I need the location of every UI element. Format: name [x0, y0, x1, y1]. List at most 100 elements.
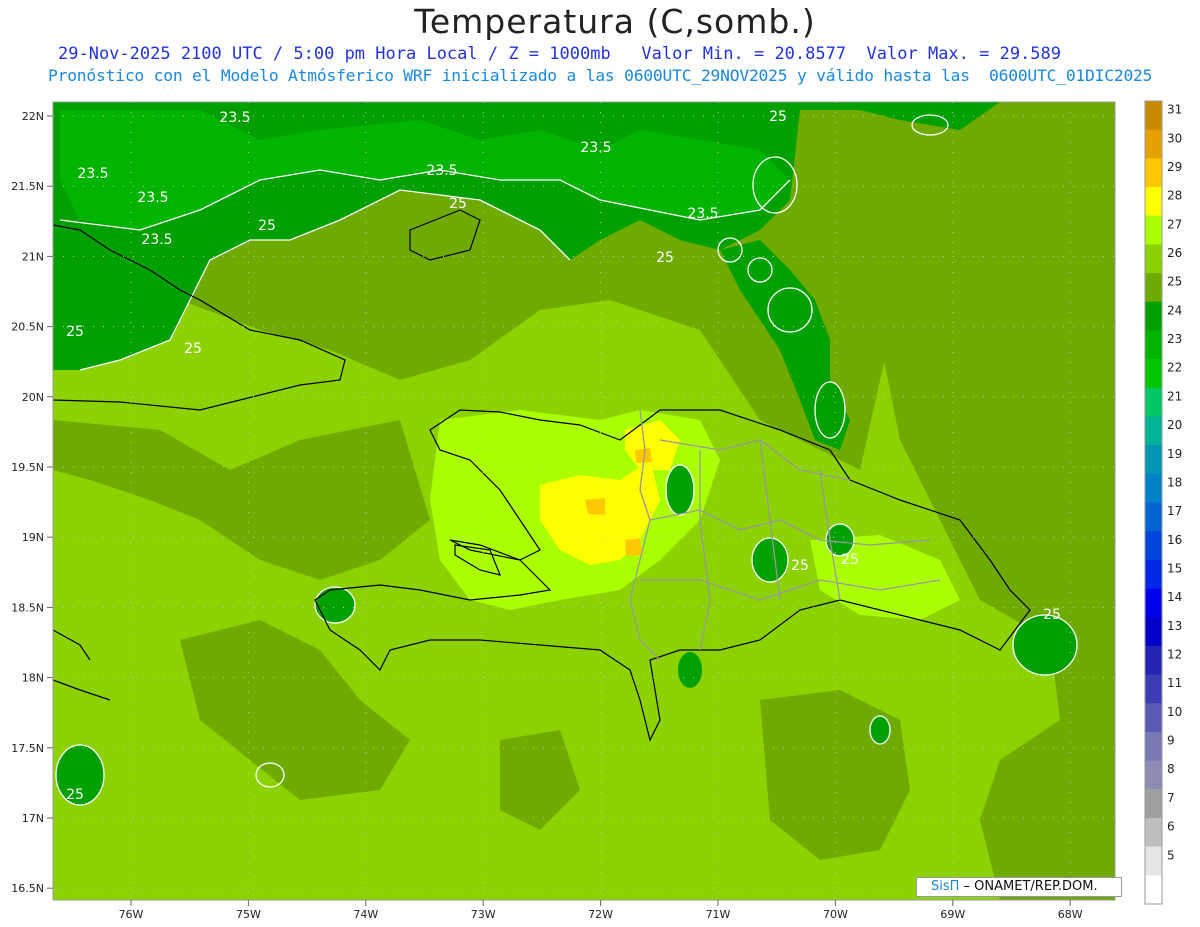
colorbar-label: 11	[1167, 676, 1182, 690]
colorbar-swatch	[1145, 158, 1162, 188]
colorbar-swatch	[1145, 645, 1162, 676]
colorbar-swatch	[1145, 330, 1162, 360]
lat-tick-label: 21.5N	[11, 180, 44, 193]
colorbar-label: 18	[1167, 475, 1182, 489]
colorbar-label: 27	[1167, 217, 1182, 231]
contour-label: 23.5	[580, 140, 611, 156]
lat-tick-label: 16.5N	[11, 882, 44, 895]
lat-tick-label: 20.5N	[11, 321, 44, 334]
lon-tick-label: 75W	[236, 908, 261, 921]
colorbar-label: 15	[1167, 561, 1182, 575]
lat-tick-label: 17.5N	[11, 742, 44, 755]
contour-label: 25	[449, 196, 467, 212]
contour-label: 25	[769, 109, 787, 125]
contour-label: 23.5	[137, 190, 168, 206]
lat-tick-label: 19N	[22, 531, 44, 544]
colorbar-label: 26	[1167, 246, 1182, 260]
contour-label: 25	[1043, 607, 1061, 623]
lon-tick-label: 72W	[588, 908, 613, 921]
colorbar-label: 13	[1167, 619, 1182, 633]
colorbar-swatch	[1145, 187, 1162, 217]
credit-box: SisΠ – ONAMET/REP.DOM.	[916, 877, 1122, 897]
contour-label: 25	[258, 218, 276, 234]
longitude-axis: 76W 75W 74W 73W 72W 71W 70W 69W 68W	[119, 900, 1083, 921]
contour-label: 23.5	[141, 232, 172, 248]
colorbar-label: 20	[1167, 418, 1182, 432]
colorbar-label: 23	[1167, 332, 1182, 346]
colorbar-label: 19	[1167, 447, 1182, 461]
temperature-map: 23.5 23.5 23.5 23.5 23.5 23.5 23.5 25 25 25 25 25 25…	[11, 100, 1182, 921]
field-29-hot-spot-2	[625, 538, 642, 556]
credit-text: – ONAMET/REP.DOM.	[959, 879, 1098, 894]
colorbar-label: 17	[1167, 504, 1182, 518]
lon-tick-label: 76W	[119, 908, 144, 921]
colorbar-swatch	[1145, 473, 1162, 503]
colorbar-label: 28	[1167, 189, 1182, 203]
lat-tick-label: 18.5N	[11, 601, 44, 614]
lat-tick-label: 20N	[22, 391, 44, 404]
colorbar-label: 24	[1167, 303, 1182, 317]
colorbar-label: 10	[1167, 705, 1182, 719]
colorbar-swatch	[1145, 416, 1162, 446]
contour-label: 23.5	[426, 163, 457, 179]
contour-label: 25	[656, 250, 674, 266]
colorbar-label: 29	[1167, 160, 1182, 174]
colorbar-swatch	[1145, 359, 1162, 389]
colorbar-label: 7	[1167, 791, 1175, 805]
lon-tick-label: 74W	[353, 908, 378, 921]
map-field: 23.5 23.5 23.5 23.5 23.5 23.5 23.5 25 25 25 25 25 25…	[53, 102, 1115, 900]
colorbar-swatch	[1145, 387, 1162, 417]
colorbar-label: 5	[1167, 848, 1175, 862]
colorbar-label: 8	[1167, 762, 1175, 776]
latitude-axis: 22N 21.5N 21N 20.5N 20N 19.5N 19N 18.5N 18N 17.5N…	[11, 110, 53, 895]
colorbar-swatch	[1145, 789, 1162, 819]
colorbar-label: 25	[1167, 275, 1182, 289]
colorbar-swatch	[1145, 731, 1162, 762]
colorbar-swatch	[1145, 588, 1162, 618]
colorbar-label: 12	[1167, 648, 1182, 662]
colorbar-swatch	[1145, 502, 1162, 532]
lat-tick-label: 18N	[22, 672, 44, 685]
colorbar-swatch	[1145, 273, 1162, 303]
contour-label: 25	[66, 324, 84, 340]
colorbar-label: 6	[1167, 820, 1175, 834]
contour-label: 23.5	[77, 166, 108, 182]
contour-label: 25	[184, 341, 202, 357]
colorbar-label: 22	[1167, 361, 1182, 375]
colorbar-swatch	[1145, 215, 1162, 245]
lat-tick-label: 21N	[22, 250, 44, 263]
colorbar-swatch	[1145, 617, 1162, 647]
field-29-hot-spot-1	[585, 498, 605, 515]
lon-tick-label: 68W	[1058, 908, 1083, 921]
colorbar-swatch	[1145, 703, 1162, 733]
colorbar-swatch	[1145, 301, 1162, 331]
lon-tick-label: 69W	[940, 908, 965, 921]
colorbar-label: 14	[1167, 590, 1182, 604]
contour-label: 25	[791, 558, 809, 574]
lat-tick-label: 22N	[22, 110, 44, 123]
credit-logo: SisΠ	[931, 879, 960, 894]
colorbar-label: 31	[1167, 103, 1182, 117]
field-24-blob-4	[678, 652, 702, 688]
colorbar-swatch	[1145, 129, 1162, 159]
colorbar-swatch	[1145, 445, 1162, 475]
contour-label: 23.5	[219, 110, 250, 126]
colorbar: 31 30 29 28 27 26 25 24 23 22 21 20 19 18 17 16 15 14 13 12…	[1144, 100, 1182, 905]
lon-tick-label: 70W	[823, 908, 848, 921]
lat-tick-label: 17N	[22, 812, 44, 825]
colorbar-label: 21	[1167, 389, 1182, 403]
colorbar-label: 30	[1167, 131, 1182, 145]
colorbar-swatch	[1145, 846, 1162, 876]
contour-label: 25	[841, 552, 859, 568]
colorbar-swatch	[1145, 817, 1162, 848]
colorbar-swatch	[1145, 875, 1162, 905]
colorbar-swatch	[1145, 674, 1162, 704]
lon-tick-label: 71W	[706, 908, 731, 921]
colorbar-label: 16	[1167, 533, 1182, 547]
colorbar-swatch	[1145, 531, 1162, 561]
colorbar-swatch	[1145, 559, 1162, 590]
contour-label: 25	[66, 787, 84, 803]
lon-tick-label: 73W	[471, 908, 496, 921]
colorbar-label: 9	[1167, 734, 1175, 748]
lat-tick-label: 19.5N	[11, 461, 44, 474]
